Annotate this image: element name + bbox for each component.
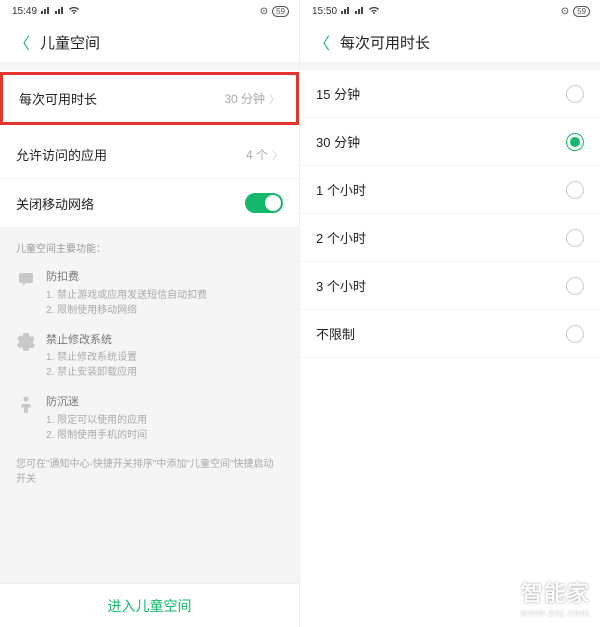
alarm-icon: ⊙ <box>561 6 569 17</box>
radio-icon <box>566 181 584 199</box>
page-title: 每次可用时长 <box>340 32 430 53</box>
option-2hr[interactable]: 2 个小时 <box>300 214 600 262</box>
row-allowed-apps[interactable]: 允许访问的应用 4 个 〉 <box>0 131 299 179</box>
option-unlimited[interactable]: 不限制 <box>300 310 600 358</box>
alarm-icon: ⊙ <box>260 6 268 17</box>
info-line: 2. 禁止安装卸载应用 <box>46 365 137 380</box>
watermark-sub: www.znj.com <box>521 608 590 619</box>
enter-kids-space-button[interactable]: 进入儿童空间 <box>0 583 299 627</box>
row-label: 允许访问的应用 <box>16 145 107 164</box>
info-title: 防沉迷 <box>46 394 147 411</box>
gear-icon <box>16 332 36 352</box>
option-1hr[interactable]: 1 个小时 <box>300 166 600 214</box>
row-value: 30 分钟 〉 <box>224 90 280 107</box>
radio-icon <box>566 325 584 343</box>
page-header: 〈 儿童空间 <box>0 22 299 62</box>
radio-icon <box>566 229 584 247</box>
info-line: 1. 限定可以使用的应用 <box>46 413 147 428</box>
signal-icon <box>341 6 351 17</box>
info-line: 2. 限制使用手机的时间 <box>46 428 147 443</box>
screen-duration-options: 15:50 ⊙ 59 〈 每次可用时长 15 分钟 30 分钟 1 个小时 <box>300 0 600 627</box>
option-30min[interactable]: 30 分钟 <box>300 118 600 166</box>
toggle-mobile-network[interactable] <box>245 193 283 213</box>
page-header: 〈 每次可用时长 <box>300 22 600 62</box>
info-item-fee: 防扣费 1. 禁止游戏或应用发送短信自动扣费 2. 限制使用移动网络 <box>16 269 283 318</box>
row-label: 每次可用时长 <box>19 89 97 108</box>
person-icon <box>16 394 36 414</box>
footer-button-label: 进入儿童空间 <box>108 596 192 616</box>
page-title: 儿童空间 <box>40 32 100 53</box>
option-label: 30 分钟 <box>316 132 360 151</box>
row-duration[interactable]: 每次可用时长 30 分钟 〉 <box>3 75 296 122</box>
signal-icon <box>41 6 51 17</box>
info-item-addiction: 防沉迷 1. 限定可以使用的应用 2. 限制使用手机的时间 <box>16 394 283 443</box>
row-mobile-network: 关闭移动网络 <box>0 179 299 228</box>
signal-icon <box>55 6 65 17</box>
watermark: 智能家 www.znj.com <box>521 576 590 619</box>
info-line: 1. 禁止游戏或应用发送短信自动扣费 <box>46 288 207 303</box>
info-section: 儿童空间主要功能： 防扣费 1. 禁止游戏或应用发送短信自动扣费 2. 限制使用… <box>0 228 299 583</box>
row-value: 4 个 〉 <box>246 146 283 163</box>
status-time: 15:49 <box>12 6 37 17</box>
screen-kids-space: 15:49 ⊙ 59 〈 儿童空间 每次可用时长 30 分钟 〉 <box>0 0 300 627</box>
info-item-system: 禁止修改系统 1. 禁止修改系统设置 2. 禁止安装卸载应用 <box>16 332 283 381</box>
info-heading: 儿童空间主要功能： <box>16 242 283 257</box>
highlight-box: 每次可用时长 30 分钟 〉 <box>0 72 299 125</box>
status-bar: 15:49 ⊙ 59 <box>0 0 299 22</box>
chevron-right-icon: 〉 <box>272 147 283 163</box>
option-label: 不限制 <box>316 324 355 343</box>
battery-badge: 59 <box>573 6 590 17</box>
watermark-main: 智能家 <box>521 576 590 608</box>
option-label: 3 个小时 <box>316 276 366 295</box>
wifi-icon <box>69 6 79 17</box>
info-title: 防扣费 <box>46 269 207 286</box>
option-label: 2 个小时 <box>316 228 366 247</box>
wifi-icon <box>369 6 379 17</box>
battery-badge: 59 <box>272 6 289 17</box>
info-line: 1. 禁止修改系统设置 <box>46 350 137 365</box>
back-icon[interactable]: 〈 <box>314 30 330 54</box>
info-note: 您可在"通知中心-快捷开关排序"中添加"儿童空间"快捷启动开关 <box>16 457 283 487</box>
option-3hr[interactable]: 3 个小时 <box>300 262 600 310</box>
radio-icon <box>566 277 584 295</box>
radio-icon <box>566 133 584 151</box>
info-title: 禁止修改系统 <box>46 332 137 349</box>
row-label: 关闭移动网络 <box>16 194 94 213</box>
chat-icon <box>16 269 36 289</box>
info-line: 2. 限制使用移动网络 <box>46 303 207 318</box>
radio-icon <box>566 85 584 103</box>
chevron-right-icon: 〉 <box>269 91 280 107</box>
status-bar: 15:50 ⊙ 59 <box>300 0 600 22</box>
back-icon[interactable]: 〈 <box>14 30 30 54</box>
status-time: 15:50 <box>312 6 337 17</box>
option-label: 1 个小时 <box>316 180 366 199</box>
signal-icon <box>355 6 365 17</box>
option-label: 15 分钟 <box>316 84 360 103</box>
option-15min[interactable]: 15 分钟 <box>300 70 600 118</box>
